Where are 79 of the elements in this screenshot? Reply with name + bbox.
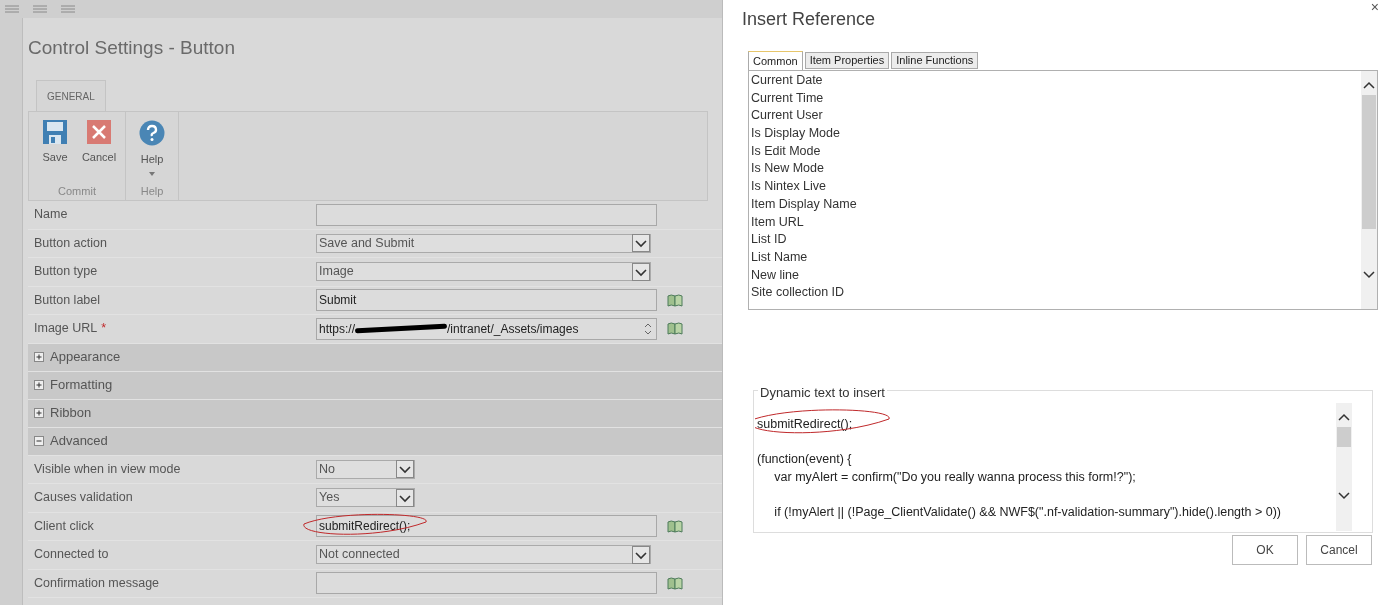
list-item[interactable]: Current User [751,106,1361,125]
save-icon[interactable] [43,120,67,144]
field-label: Client click [33,517,95,535]
caret-icon[interactable] [149,171,155,176]
list-item[interactable]: Is New Mode [751,159,1361,178]
tab[interactable]: Common [748,51,803,70]
code-line: (function(event) { [757,451,852,468]
dropdown[interactable]: Image [316,262,651,282]
list-item[interactable]: New line [751,265,1361,284]
cancel-icon[interactable] [87,120,111,144]
dropdown[interactable]: Yes [316,488,415,508]
input-field[interactable]: submitRedirect(); [316,515,657,538]
scroll-down-icon[interactable] [1338,492,1350,500]
group-label: Commit [58,184,96,199]
field-label: Button type [33,263,99,281]
tab[interactable]: Inline Functions [891,52,979,69]
list-item[interactable]: Is Display Mode [751,124,1361,142]
book-icon[interactable] [667,293,683,307]
ribbon-button[interactable]: Save [35,120,75,183]
scrollbar[interactable] [1361,71,1377,309]
ribbon-button[interactable]: Cancel [79,120,119,183]
url-text: /intranet/_Assets/images [447,320,579,338]
expand-icon[interactable] [34,352,44,362]
tab[interactable]: Item Properties [804,52,890,69]
group-label: Help [140,184,164,199]
dropdown[interactable]: Not connected [316,545,651,565]
scroll-up-icon[interactable] [1363,81,1375,89]
expand-icon[interactable] [34,408,44,418]
field-label: Name [33,206,69,224]
expand-icon[interactable] [34,380,44,390]
url-text: https:// [319,320,356,338]
field-label: Button action [33,234,108,252]
input-field[interactable] [316,203,657,226]
list-item[interactable]: Current Time [751,88,1361,107]
list-item[interactable]: Is Edit Mode [751,141,1361,160]
code-line: if (!myAlert || (!Page_ClientValidate() && NWF$(".nf-validation-summary").hide().length > 0)) [773,503,1281,521]
list-item[interactable]: Current Date [751,71,1361,89]
dialog-button[interactable]: OK [1232,535,1298,565]
close-button[interactable]: × [1370,0,1379,18]
list-item[interactable]: Item Display Name [751,194,1361,213]
input-field[interactable] [316,572,657,595]
code-line: var myAlert = confirm("Do you really wanna process this form!?"); [773,468,1136,486]
section-header[interactable]: Formatting [28,371,723,400]
scroll-up-icon[interactable] [1338,413,1350,421]
list-item[interactable]: List ID [751,230,1361,248]
field-label: Connected to [33,546,110,564]
list-item[interactable]: List Name [751,247,1361,266]
dropdown[interactable]: Save and Submit [316,233,651,253]
list-item[interactable]: Site collection ID [751,283,1361,301]
section-header[interactable]: Advanced [28,427,723,456]
scroll-down-icon[interactable] [1363,271,1375,279]
field-label: Visible when in view mode [33,460,182,478]
help-icon[interactable] [139,120,165,146]
list-item[interactable]: Is Nintex Live [751,177,1361,195]
code-line: submitRedirect(); [757,416,853,433]
ribbon-tab[interactable]: GENERAL [36,80,106,111]
field-label: Confirmation message [33,574,161,592]
scroll-thumb[interactable] [1362,95,1376,229]
field-label: Button label [33,291,102,309]
ribbon-button[interactable]: Help [132,120,172,183]
dialog-title: Control Settings - Button [28,36,236,60]
section-header[interactable]: Ribbon [28,399,723,428]
scroll-thumb[interactable] [1337,427,1351,447]
scrollbar[interactable] [1336,403,1352,531]
field-label: Causes validation [33,489,134,507]
dialog-title: Insert Reference [742,8,876,31]
required-mark: * [101,320,107,338]
field-label: Image URL [33,320,98,338]
dropdown[interactable]: No [316,459,415,479]
list-item[interactable]: Item URL [751,212,1361,231]
section-header[interactable]: Appearance [28,343,723,372]
dialog-button[interactable]: Cancel [1306,535,1372,565]
book-icon[interactable] [667,322,683,336]
code-field[interactable]: submitRedirect(); (function(event) { var myAlert = confirm("Do you really wanna process this form!?"); if (!myAlert || (!Page_ClientValidate() && NWF$(".nf-validation-summary").hide().length > 0)) [755,403,1353,531]
book-icon[interactable] [667,576,683,590]
book-icon[interactable] [667,519,683,533]
input-field[interactable]: Submit [316,289,657,312]
collapse-icon[interactable] [34,436,44,446]
input-field[interactable]: https:// /intranet/_Assets/images [316,317,657,340]
